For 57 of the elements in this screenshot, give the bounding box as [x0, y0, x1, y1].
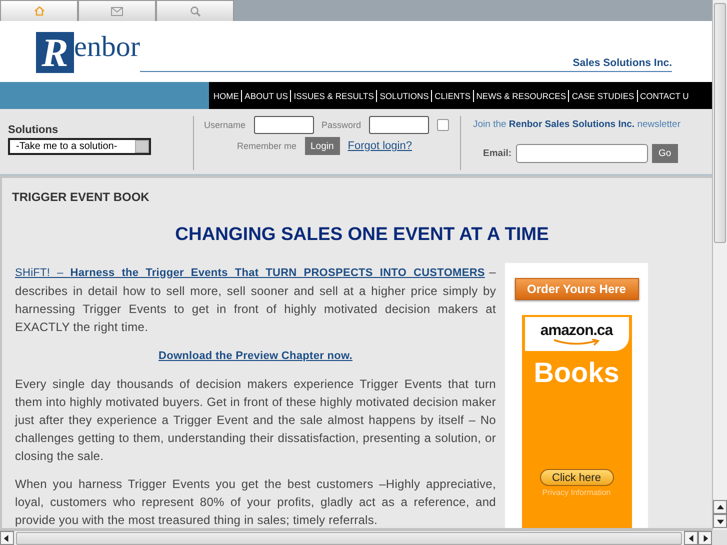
up-arrow-icon — [716, 504, 724, 510]
left-arrow-icon — [688, 534, 695, 542]
email-label: Email: — [483, 148, 512, 159]
scroll-thumb[interactable] — [714, 3, 726, 243]
username-label: Username — [204, 120, 246, 130]
forgot-login-link[interactable]: Forgot login? — [348, 140, 412, 152]
intro-paragraph: SHiFT! – Harness the Trigger Events That TURN PROSPECTS INTO CUSTOMERS – describes in detail how to sell more, sell sooner and sell at a higher price simply by harnessing Trigger Events to get in front of highly motivated decision makers at EXACTLY the right time. — [15, 264, 496, 336]
username-field[interactable] — [254, 116, 314, 134]
scroll-down-button[interactable] — [713, 514, 727, 528]
down-arrow-icon — [716, 518, 724, 524]
nav-link[interactable]: ABOUT US — [241, 90, 290, 102]
solutions-label: Solutions — [8, 124, 60, 136]
download-link[interactable]: Download the Preview Chapter now. — [158, 350, 352, 362]
mail-tab[interactable] — [78, 0, 156, 21]
click-here-button[interactable]: Click here — [540, 469, 614, 486]
remember-label: Remember me — [237, 141, 297, 151]
books-text: Books — [534, 357, 620, 389]
nav-link[interactable]: ISSUES & RESULTS — [290, 90, 376, 102]
scroll-left-button[interactable] — [684, 531, 698, 545]
go-button[interactable]: Go — [652, 144, 678, 163]
password-field[interactable] — [369, 116, 430, 134]
left-arrow-icon — [3, 534, 10, 542]
right-arrow-icon — [702, 534, 709, 542]
body-paragraph: Every single day thousands of decision makers experience Trigger Events that turn them into highly motivated buyers. Get in front of these highly motivated decision maker just after they experience a Trigger Event and the sale almost happens by itself – No challenges getting to them, understanding their dissatisfaction, presenting a solution, or closing the sale. — [15, 376, 496, 465]
home-tab[interactable] — [0, 0, 78, 21]
search-icon — [190, 6, 200, 16]
scroll-left-button[interactable] — [0, 531, 14, 545]
home-icon — [34, 6, 44, 16]
nav-link[interactable]: CASE STUDIES — [568, 90, 637, 102]
smile-arrow-icon — [552, 339, 602, 346]
login-button[interactable]: Login — [304, 137, 340, 155]
scrollbar-corner — [712, 530, 727, 545]
nav-link[interactable]: CLIENTS — [431, 90, 473, 102]
nav-link[interactable]: NEWS & RESOURCES — [472, 90, 568, 102]
newsletter-text: Join the Renbor Sales Solutions Inc. newsletter — [473, 119, 682, 130]
logo-initial: R — [36, 32, 74, 73]
horizontal-scrollbar[interactable] — [0, 530, 712, 545]
mail-icon — [111, 6, 123, 16]
tagline: Sales Solutions Inc. — [572, 57, 672, 69]
headline: CHANGING SALES ONE EVENT AT A TIME — [174, 223, 550, 245]
nav-link[interactable]: SOLUTIONS — [376, 90, 432, 102]
solution-dropdown[interactable]: -Take me to a solution- — [8, 138, 151, 155]
nav-link[interactable]: CONTACT U — [636, 90, 692, 102]
search-tab[interactable] — [156, 0, 234, 21]
amazon-brand: amazon.ca — [540, 322, 613, 339]
scroll-right-button[interactable] — [698, 531, 712, 545]
scroll-thumb[interactable] — [16, 532, 682, 544]
logo-text: enbor — [74, 31, 140, 64]
nav-link[interactable]: HOME — [211, 90, 242, 102]
scroll-up-button[interactable] — [713, 500, 727, 514]
email-field[interactable] — [516, 144, 648, 163]
body-paragraph: When you harness Trigger Events you get the best customers –Highly appreciative, loyal, customers who represent 80% of your profits, gladly act as a reference, and provide you with the most treasured thing in sales; timely referrals. — [15, 476, 496, 528]
book-link[interactable]: SHiFT! – Harness the Trigger Events That TURN PROSPECTS INTO CUSTOMERS — [15, 267, 485, 279]
vertical-scrollbar[interactable] — [712, 0, 727, 530]
password-label: Password — [322, 120, 362, 130]
section-title: TRIGGER EVENT BOOK — [12, 190, 150, 204]
remember-checkbox[interactable] — [437, 119, 450, 131]
